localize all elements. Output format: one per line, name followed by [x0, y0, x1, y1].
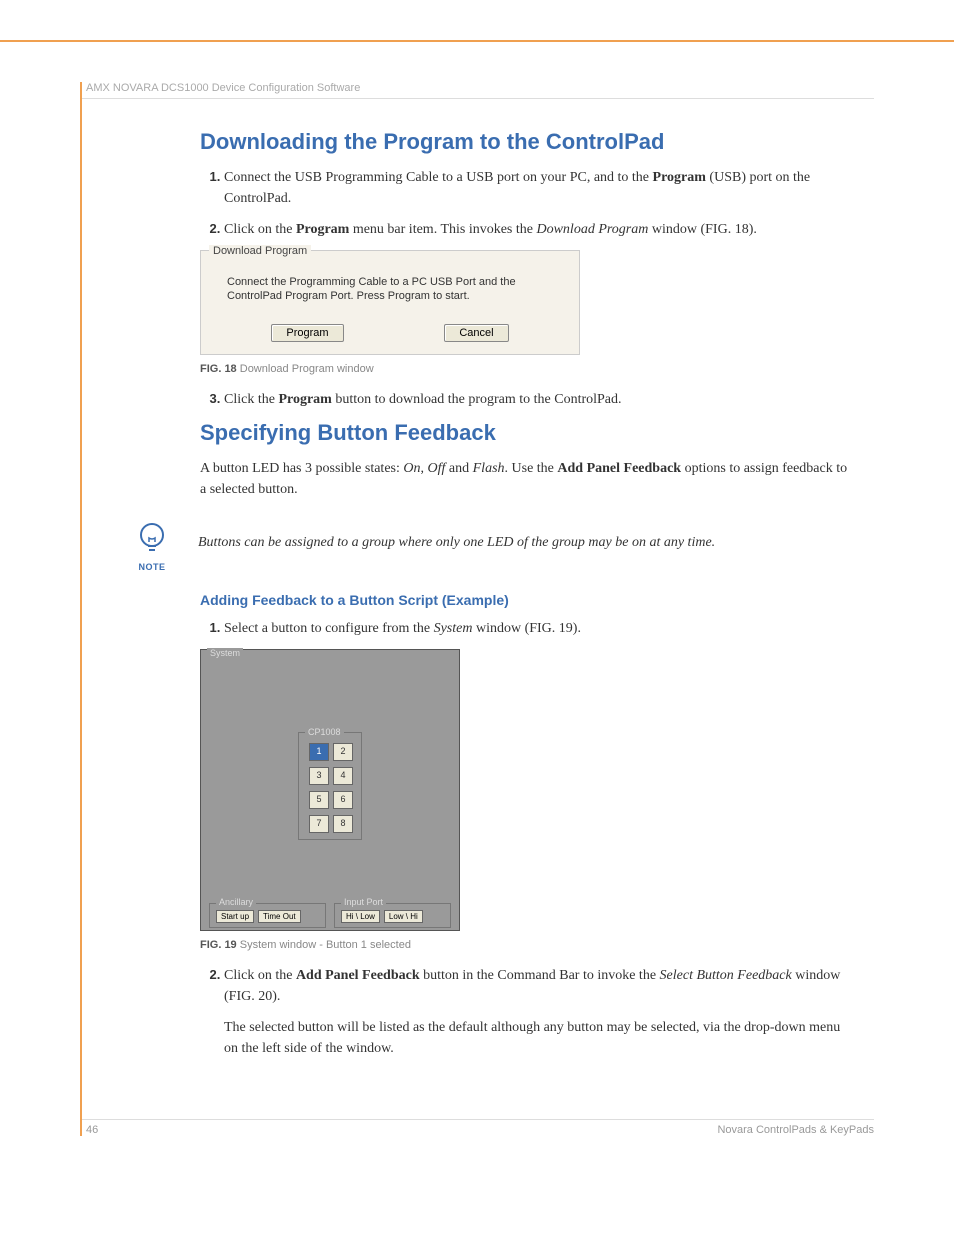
step-3: Click the Program button to download the… [224, 389, 854, 410]
cp-button-8[interactable]: 8 [333, 815, 353, 833]
left-accent-band [80, 82, 82, 1136]
note-block: NOTE Buttons can be assigned to a group … [122, 520, 854, 572]
input-port-title: Input Port [341, 897, 386, 907]
fig-num: FIG. 19 [200, 939, 237, 951]
fig18-instruction-text: Connect the Programming Cable to a PC US… [227, 275, 565, 304]
input-port-group: Input Port Hi \ Low Low \ Hi [334, 903, 451, 928]
fig-text: Download Program window [240, 363, 374, 375]
text: A button LED has 3 possible states: [200, 461, 403, 476]
text: window (FIG. 19). [472, 621, 581, 636]
text: . Use the [505, 461, 558, 476]
step-1: Select a button to configure from the Sy… [224, 618, 854, 639]
cp-button-grid: 1 2 3 4 5 6 7 8 [309, 743, 351, 833]
note-label: NOTE [122, 562, 182, 572]
text: Click on the [224, 222, 296, 237]
lightbulb-icon [135, 520, 169, 560]
italic: Download Program [536, 222, 648, 237]
cancel-button[interactable]: Cancel [444, 324, 508, 342]
italic: Flash [473, 461, 505, 476]
cp-button-3[interactable]: 3 [309, 767, 329, 785]
italic: System [434, 621, 473, 636]
bold: Program [653, 170, 706, 185]
bold: Add Panel Feedback [557, 461, 681, 476]
groupbox-title: Download Program [209, 245, 311, 257]
timeout-button[interactable]: Time Out [258, 910, 301, 923]
hi-low-button[interactable]: Hi \ Low [341, 910, 380, 923]
italic: On [403, 461, 420, 476]
steps-list-1: Connect the USB Programming Cable to a U… [200, 167, 854, 240]
cp-button-6[interactable]: 6 [333, 791, 353, 809]
bold: Add Panel Feedback [296, 968, 420, 983]
running-header: AMX NOVARA DCS1000 Device Configuration … [80, 82, 874, 99]
note-text: Buttons can be assigned to a group where… [198, 520, 715, 553]
footer: 46 Novara ControlPads & KeyPads [80, 1119, 874, 1136]
steps-list-2: Select a button to configure from the Sy… [200, 618, 854, 639]
step-2: Click on the Add Panel Feedback button i… [224, 965, 854, 1007]
cp-button-1[interactable]: 1 [309, 743, 329, 761]
bold: Program [278, 392, 331, 407]
italic: Off [428, 461, 446, 476]
program-button[interactable]: Program [271, 324, 343, 342]
text: button in the Command Bar to invoke the [420, 968, 660, 983]
cp1008-title: CP1008 [305, 727, 344, 737]
cp-button-5[interactable]: 5 [309, 791, 329, 809]
fig18-download-program-window: Download Program Connect the Programming… [200, 250, 580, 355]
text: window (FIG. 18). [648, 222, 757, 237]
fig19-system-window: System CP1008 1 2 3 4 5 6 7 8 [200, 649, 460, 931]
content: Downloading the Program to the ControlPa… [200, 129, 854, 1059]
section-heading-downloading: Downloading the Program to the ControlPa… [200, 129, 854, 155]
steps-list-1b: Click the Program button to download the… [200, 389, 854, 410]
bottom-groups: Ancillary Start up Time Out Input Port H… [209, 903, 451, 928]
feedback-intro: A button LED has 3 possible states: On, … [200, 458, 854, 500]
text: menu bar item. This invokes the [349, 222, 536, 237]
text: Connect the USB Programming Cable to a U… [224, 170, 653, 185]
fig19-body: CP1008 1 2 3 4 5 6 7 8 Ancillary [205, 654, 455, 926]
ancillary-group: Ancillary Start up Time Out [209, 903, 326, 928]
bold: Program [296, 222, 349, 237]
cp-button-7[interactable]: 7 [309, 815, 329, 833]
text: Click on the [224, 968, 296, 983]
fig18-caption: FIG. 18 Download Program window [200, 363, 854, 375]
text: button to download the program to the Co… [332, 392, 622, 407]
fig18-button-row: Program Cancel [211, 324, 569, 342]
footer-title: Novara ControlPads & KeyPads [717, 1124, 874, 1136]
startup-button[interactable]: Start up [216, 910, 254, 923]
text: Select a button to configure from the [224, 621, 434, 636]
page: AMX NOVARA DCS1000 Device Configuration … [0, 40, 954, 1176]
text: and [445, 461, 472, 476]
steps-list-2b: Click on the Add Panel Feedback button i… [200, 965, 854, 1007]
fig-num: FIG. 18 [200, 363, 237, 375]
cp1008-group: CP1008 1 2 3 4 5 6 7 8 [298, 732, 362, 840]
step-2-continued: The selected button will be listed as th… [224, 1017, 854, 1059]
low-hi-button[interactable]: Low \ Hi [384, 910, 423, 923]
text: Click the [224, 392, 278, 407]
fig-text: System window - Button 1 selected [240, 939, 411, 951]
page-number: 46 [80, 1124, 98, 1136]
cp-button-2[interactable]: 2 [333, 743, 353, 761]
fig19-caption: FIG. 19 System window - Button 1 selecte… [200, 939, 854, 951]
cp-button-4[interactable]: 4 [333, 767, 353, 785]
ancillary-title: Ancillary [216, 897, 256, 907]
note-icon: NOTE [122, 520, 182, 572]
text: , [421, 461, 428, 476]
italic: Select Button Feedback [660, 968, 792, 983]
subsection-heading: Adding Feedback to a Button Script (Exam… [200, 592, 854, 608]
step-2: Click on the Program menu bar item. This… [224, 219, 854, 240]
step-1: Connect the USB Programming Cable to a U… [224, 167, 854, 209]
section-heading-feedback: Specifying Button Feedback [200, 420, 854, 446]
